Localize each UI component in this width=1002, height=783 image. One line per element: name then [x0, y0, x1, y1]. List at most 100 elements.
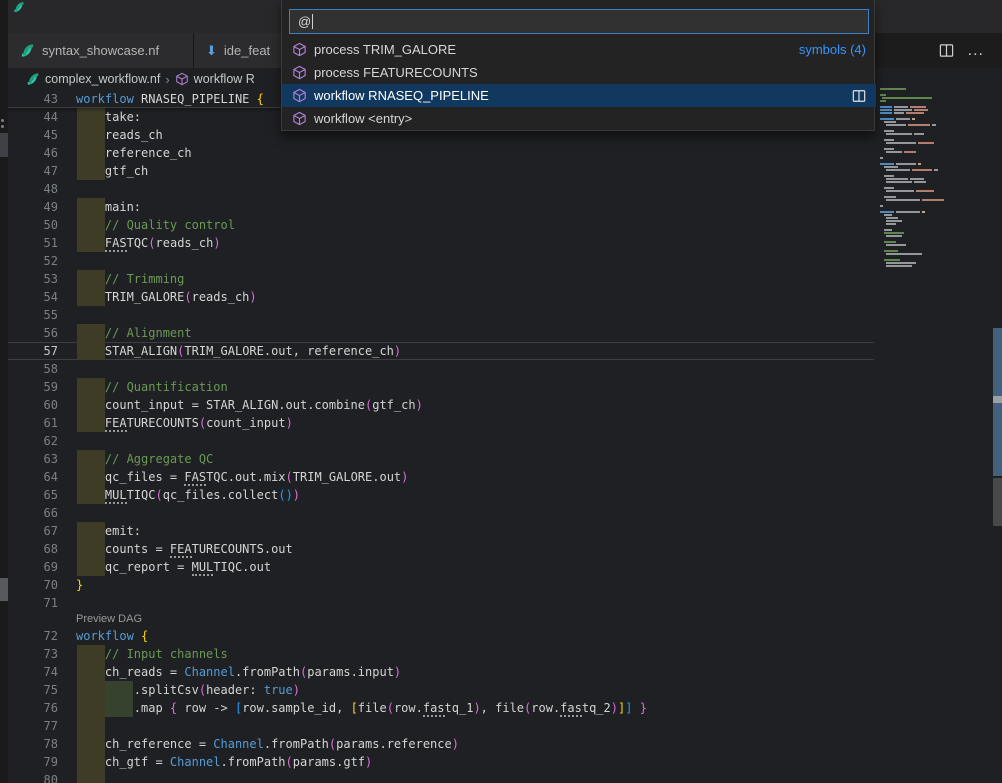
line-number[interactable]: 44	[8, 108, 58, 126]
arrow-down-icon: ⬇	[206, 44, 217, 57]
line-number[interactable]: 74	[8, 663, 58, 681]
code-line[interactable]: 71	[8, 594, 874, 612]
line-number[interactable]: 78	[8, 735, 58, 753]
code-line[interactable]: 49 main:	[8, 198, 874, 216]
line-number[interactable]: 80	[8, 771, 58, 783]
code-line[interactable]: 50 // Quality control	[8, 216, 874, 234]
scrollbar-thumb[interactable]	[993, 478, 1002, 526]
quick-open-input[interactable]: @	[289, 9, 869, 34]
code-line[interactable]: 52	[8, 252, 874, 270]
code-line[interactable]: 75 .splitCsv(header: true)	[8, 681, 874, 699]
code-line[interactable]: 74 ch_reads = Channel.fromPath(params.in…	[8, 663, 874, 681]
line-number[interactable]: 65	[8, 486, 58, 504]
code-line[interactable]: 76 .map { row -> [row.sample_id, [file(r…	[8, 699, 874, 717]
line-number[interactable]: 71	[8, 594, 58, 612]
line-number[interactable]: 70	[8, 576, 58, 594]
line-content: qc_report = MULTIQC.out	[76, 558, 271, 576]
line-content: workflow {	[76, 627, 148, 645]
line-number[interactable]: 56	[8, 324, 58, 342]
line-number[interactable]: 68	[8, 540, 58, 558]
code-line[interactable]: 73 // Input channels	[8, 645, 874, 663]
codelens-preview-dag[interactable]: Preview DAG	[76, 613, 142, 625]
code-line[interactable]: 67 emit:	[8, 522, 874, 540]
code-line[interactable]: 68 counts = FEATURECOUNTS.out	[8, 540, 874, 558]
code-line[interactable]: 53 // Trimming	[8, 270, 874, 288]
code-line[interactable]: 47 gtf_ch	[8, 162, 874, 180]
line-number[interactable]: 54	[8, 288, 58, 306]
line-number[interactable]: 73	[8, 645, 58, 663]
line-number[interactable]: 59	[8, 378, 58, 396]
code-line[interactable]: 62	[8, 432, 874, 450]
line-number[interactable]: 75	[8, 681, 58, 699]
line-number[interactable]: 51	[8, 234, 58, 252]
code-lines[interactable]: 44 take:45 reads_ch46 reference_ch47 gtf…	[8, 108, 874, 783]
code-line[interactable]: 61 FEATURECOUNTS(count_input)	[8, 414, 874, 432]
breadcrumb-file[interactable]: complex_workflow.nf	[45, 72, 160, 86]
code-line[interactable]: 79 ch_gtf = Channel.fromPath(params.gtf)	[8, 753, 874, 771]
minimap[interactable]	[880, 88, 975, 288]
line-number[interactable]: 72	[8, 627, 58, 645]
more-actions-icon[interactable]: ...	[968, 42, 984, 60]
tab-syntax-showcase[interactable]: syntax_showcase.nf	[8, 33, 194, 68]
code-line[interactable]: 77	[8, 717, 874, 735]
line-number[interactable]: 45	[8, 126, 58, 144]
line-number[interactable]: 53	[8, 270, 58, 288]
line-number[interactable]: 62	[8, 432, 58, 450]
line-number[interactable]: 61	[8, 414, 58, 432]
line-number[interactable]: 46	[8, 144, 58, 162]
line-number[interactable]: 66	[8, 504, 58, 522]
nextflow-icon	[20, 43, 35, 58]
split-editor-icon[interactable]	[939, 43, 954, 58]
code-line[interactable]: 56 // Alignment	[8, 324, 874, 342]
line-content: qc_files = FASTQC.out.mix(TRIM_GALORE.ou…	[76, 468, 408, 486]
code-line[interactable]: 66	[8, 504, 874, 522]
line-number[interactable]: 60	[8, 396, 58, 414]
code-line[interactable]: 57 STAR_ALIGN(TRIM_GALORE.out, reference…	[8, 342, 874, 360]
left-scrollbar-thumb-top[interactable]	[0, 133, 8, 157]
text-cursor	[312, 14, 313, 29]
line-number[interactable]: 67	[8, 522, 58, 540]
line-number[interactable]: 47	[8, 162, 58, 180]
code-line[interactable]: 48	[8, 180, 874, 198]
code-line[interactable]: 46 reference_ch	[8, 144, 874, 162]
vscode-editor-window: syntax_showcase.nf ⬇ ide_feat ... comple…	[0, 0, 1002, 783]
line-number[interactable]: 63	[8, 450, 58, 468]
line-content: // Alignment	[76, 324, 192, 342]
quick-open-item-workflow-entry[interactable]: workflow <entry>	[282, 107, 876, 130]
code-line[interactable]: 60 count_input = STAR_ALIGN.out.combine(…	[8, 396, 874, 414]
line-number[interactable]: 57	[8, 342, 58, 360]
line-number[interactable]: 64	[8, 468, 58, 486]
open-to-side-icon[interactable]	[852, 89, 866, 103]
line-number[interactable]: 58	[8, 360, 58, 378]
quick-open-item-rnaseq-pipeline[interactable]: workflow RNASEQ_PIPELINE	[282, 84, 876, 107]
line-content: take:	[76, 108, 141, 126]
line-number[interactable]: 52	[8, 252, 58, 270]
code-line[interactable]: 64 qc_files = FASTQC.out.mix(TRIM_GALORE…	[8, 468, 874, 486]
code-line[interactable]: 58	[8, 360, 874, 378]
code-line[interactable]: 65 MULTIQC(qc_files.collect())	[8, 486, 874, 504]
code-line[interactable]: 51 FASTQC(reads_ch)	[8, 234, 874, 252]
line-number[interactable]: 69	[8, 558, 58, 576]
line-number[interactable]: 55	[8, 306, 58, 324]
line-number[interactable]: 49	[8, 198, 58, 216]
code-line[interactable]: 72 workflow {	[8, 627, 874, 645]
line-number[interactable]: 79	[8, 753, 58, 771]
quick-open-item-trim-galore[interactable]: process TRIM_GALORE symbols (4)	[282, 38, 876, 61]
code-line[interactable]: 63 // Aggregate QC	[8, 450, 874, 468]
quick-open-item-featurecounts[interactable]: process FEATURECOUNTS	[282, 61, 876, 84]
line-number[interactable]: 76	[8, 699, 58, 717]
code-line[interactable]: 59 // Quantification	[8, 378, 874, 396]
code-line[interactable]: 78 ch_reference = Channel.fromPath(param…	[8, 735, 874, 753]
code-line[interactable]: 69 qc_report = MULTIQC.out	[8, 558, 874, 576]
line-number[interactable]: 50	[8, 216, 58, 234]
line-content: // Input channels	[76, 645, 228, 663]
code-line[interactable]: 80	[8, 771, 874, 783]
code-line[interactable]: 55	[8, 306, 874, 324]
code-line[interactable]: 54 TRIM_GALORE(reads_ch)	[8, 288, 874, 306]
line-number[interactable]: 43	[8, 90, 58, 107]
left-scrollbar-thumb-bottom[interactable]	[0, 578, 8, 601]
line-number[interactable]: 77	[8, 717, 58, 735]
line-number[interactable]: 48	[8, 180, 58, 198]
breadcrumb-symbol[interactable]: workflow R	[194, 72, 255, 86]
code-line[interactable]: 70}	[8, 576, 874, 594]
